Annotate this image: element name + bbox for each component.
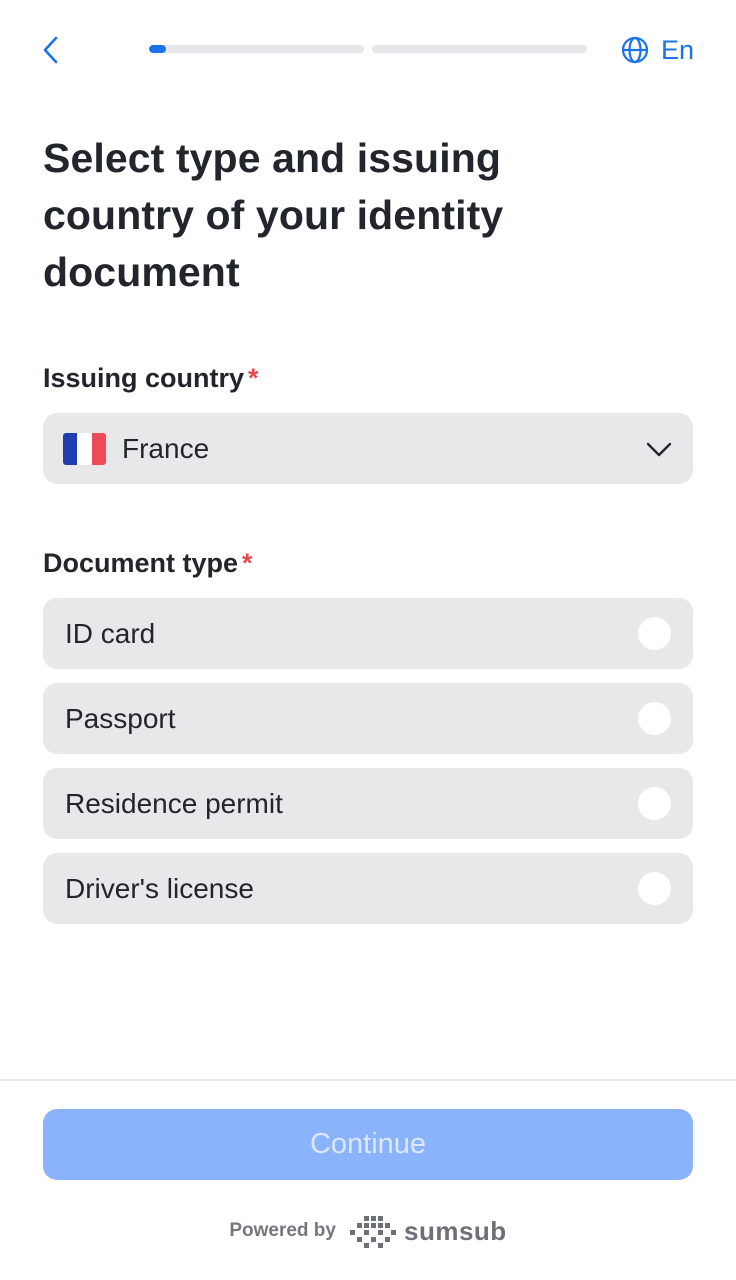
brand-name: sumsub (403, 1215, 507, 1246)
radio-button[interactable] (638, 617, 671, 650)
sumsub-logo-icon (349, 1216, 396, 1248)
radio-button[interactable] (638, 872, 671, 905)
powered-by: Powered by sumsub (0, 1208, 736, 1254)
issuing-country-label: Issuing country * (43, 361, 259, 395)
progress-bar (149, 45, 587, 53)
globe-icon (621, 36, 649, 64)
chevron-left-icon (43, 36, 58, 64)
chevron-down-icon (646, 442, 672, 456)
option-label: Driver's license (65, 872, 254, 904)
progress-fill (149, 45, 167, 53)
option-label: Residence permit (65, 787, 283, 819)
option-label: ID card (65, 617, 156, 649)
powered-by-text: Powered by (229, 1220, 336, 1241)
brand-logo: sumsub (349, 1214, 507, 1248)
option-label: Passport (65, 702, 176, 734)
country-select[interactable]: France (43, 413, 693, 484)
continue-button[interactable]: Continue (43, 1109, 693, 1180)
footer-divider (0, 1079, 736, 1081)
required-mark: * (242, 548, 253, 578)
document-type-label: Document type * (43, 546, 253, 580)
back-button[interactable] (34, 32, 66, 68)
progress-segment (149, 45, 364, 53)
document-selection-screen: En Select type and issuing country of yo… (0, 0, 736, 1280)
document-type-label-text: Document type (43, 548, 239, 578)
language-label: En (660, 35, 694, 65)
flag-stripe (63, 432, 78, 465)
option-drivers-license[interactable]: Driver's license (43, 853, 693, 924)
option-id-card[interactable]: ID card (43, 598, 693, 669)
progress-segment (372, 45, 587, 53)
radio-button[interactable] (638, 702, 671, 735)
language-selector[interactable]: En (621, 33, 694, 67)
option-passport[interactable]: Passport (43, 683, 693, 754)
flag-stripe (77, 432, 92, 465)
page-title: Select type and issuing country of your … (43, 135, 504, 295)
flag-stripe (91, 432, 106, 465)
option-residence-permit[interactable]: Residence permit (43, 768, 693, 839)
france-flag-icon (63, 432, 106, 465)
required-mark: * (248, 363, 259, 393)
document-type-options: ID card Passport Residence permit Driver… (43, 598, 693, 938)
country-select-value: France (122, 432, 210, 464)
radio-button[interactable] (638, 787, 671, 820)
issuing-country-label-text: Issuing country (43, 363, 245, 393)
